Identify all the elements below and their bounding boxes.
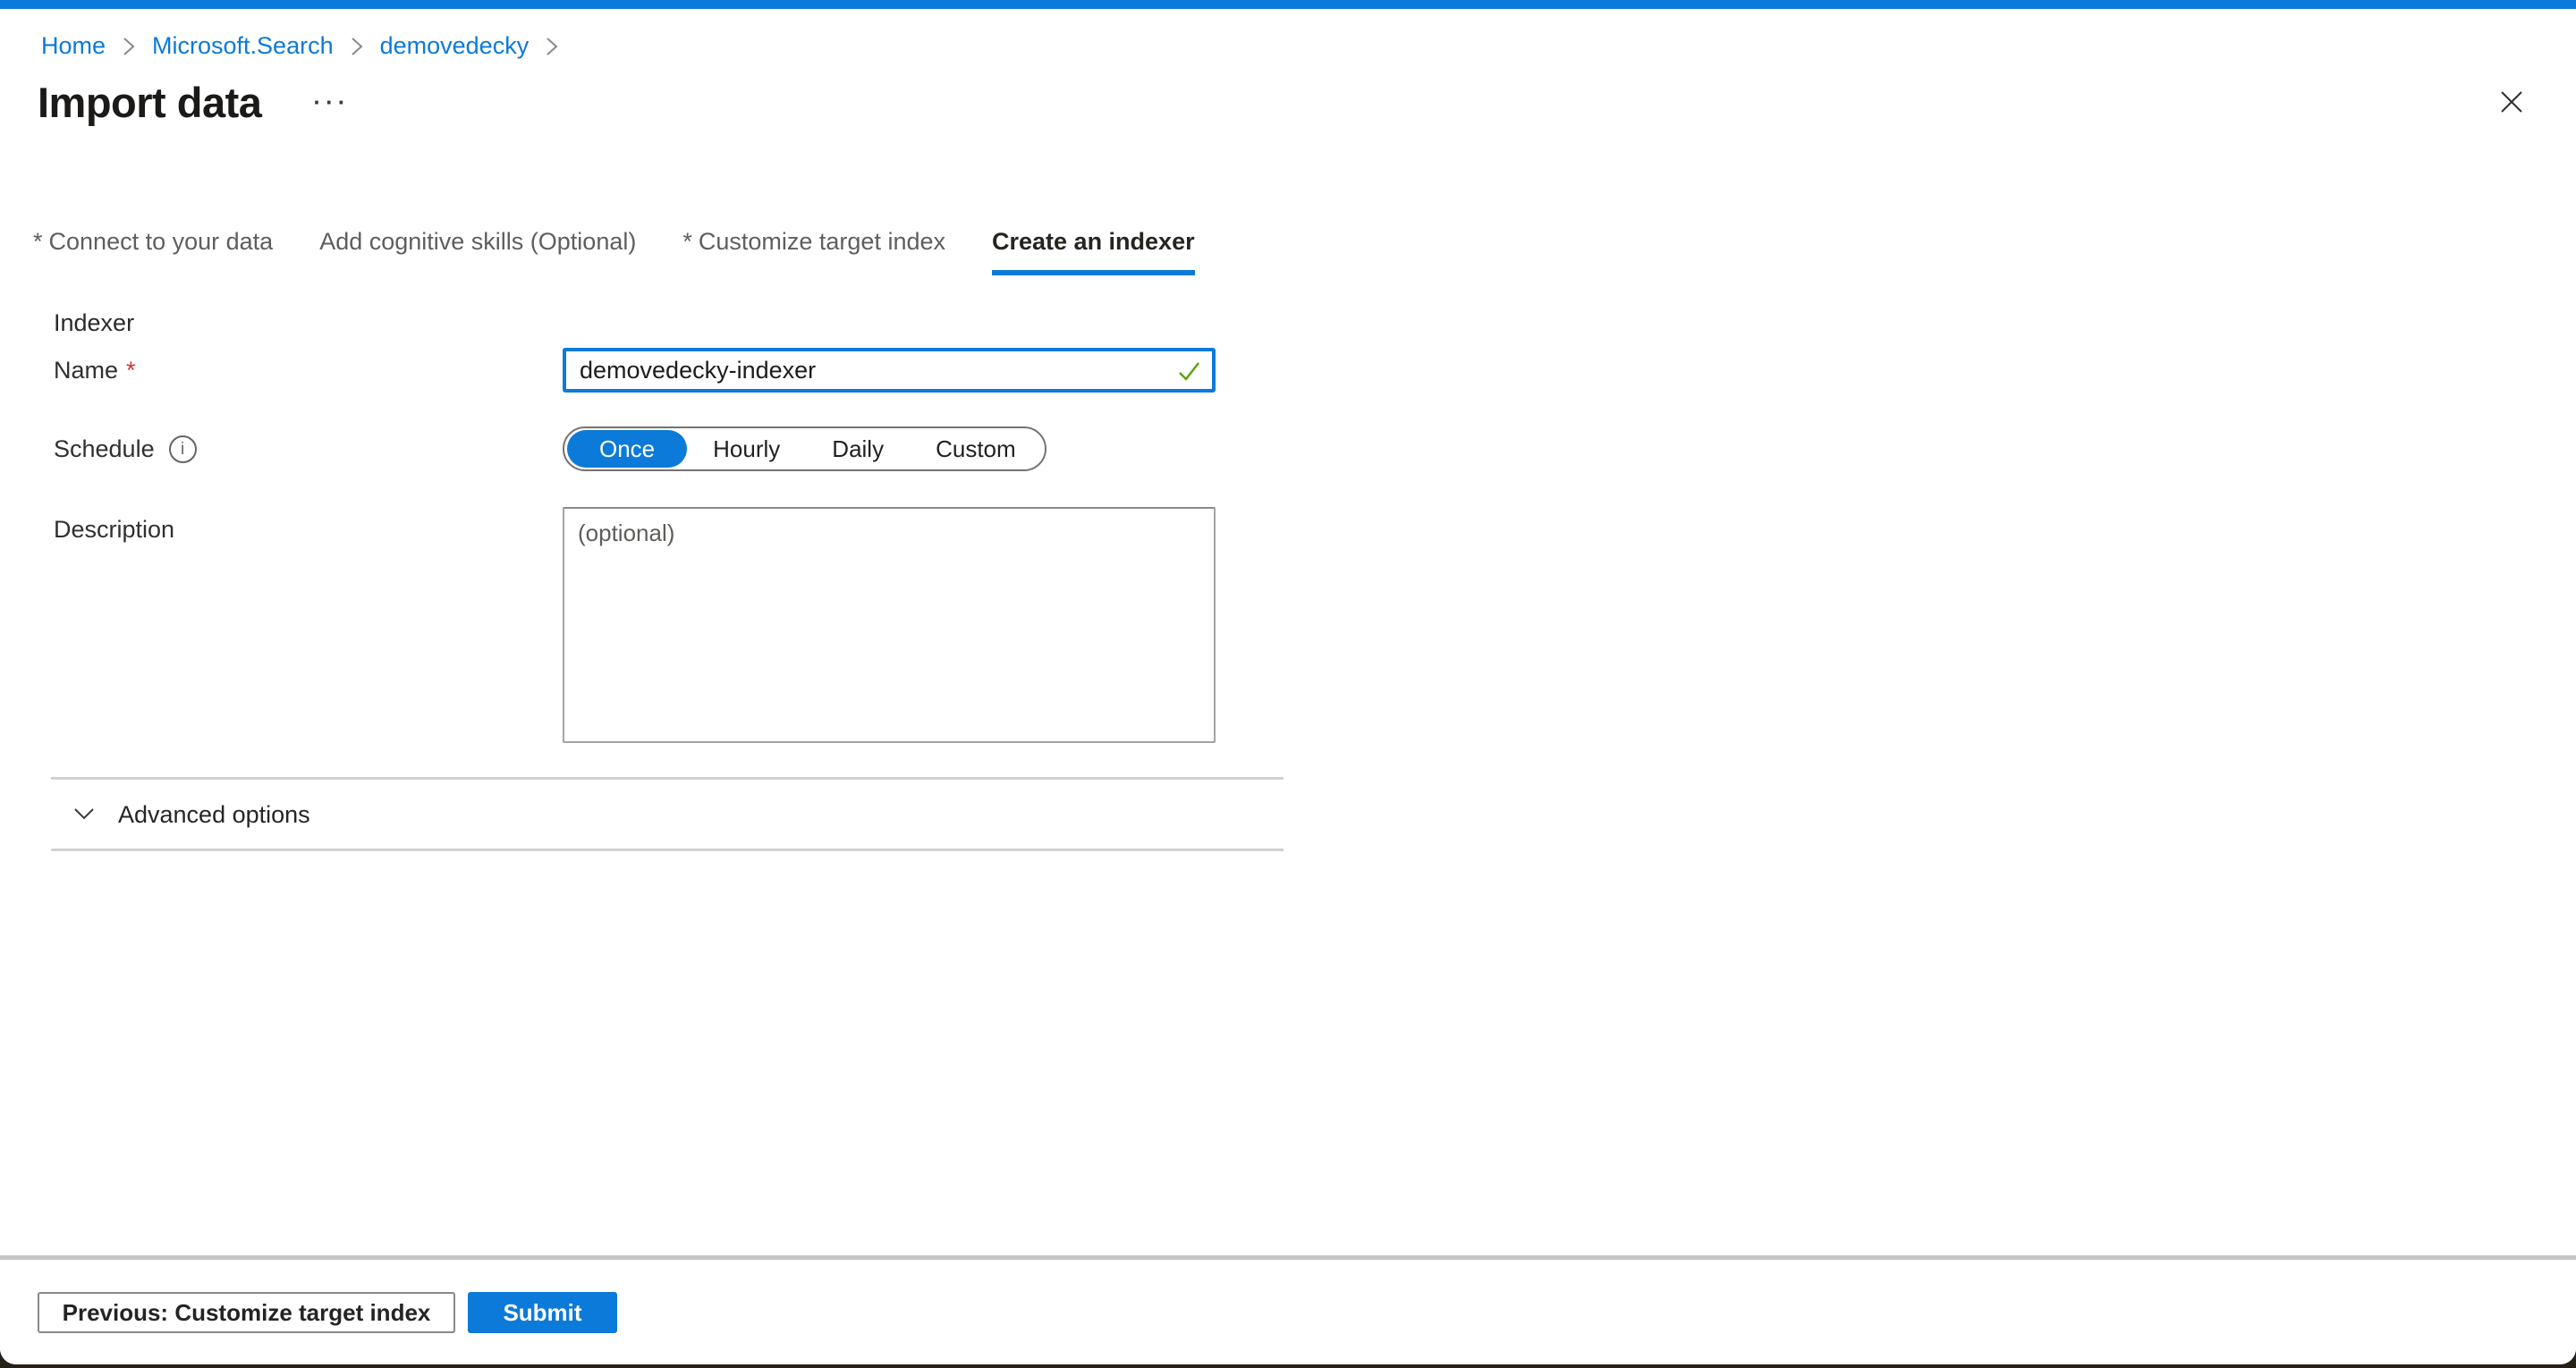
tab-add-cognitive-skills[interactable]: Add cognitive skills (Optional) [319, 228, 636, 275]
breadcrumb-demovedecky[interactable]: demovedecky [380, 32, 530, 60]
name-field-row: Name * [54, 348, 2576, 393]
name-label: Name [54, 357, 118, 384]
description-label: Description [54, 516, 174, 544]
valid-check-icon [1174, 357, 1203, 390]
import-data-panel: Home Microsoft.Search demovedecky Import… [0, 0, 2576, 1364]
more-options-button[interactable]: ··· [308, 87, 355, 117]
tab-label: Customize target index [699, 228, 945, 256]
previous-button[interactable]: Previous: Customize target index [38, 1292, 455, 1333]
schedule-field-row: Schedule i Once Hourly Daily Custom [54, 426, 2576, 471]
page-title: Import data [38, 78, 261, 127]
required-marker: * [682, 228, 692, 256]
chevron-down-icon [72, 801, 97, 829]
indexer-name-input[interactable] [563, 348, 1216, 393]
breadcrumb-microsoft-search[interactable]: Microsoft.Search [152, 32, 334, 60]
title-row: Import data ··· [38, 76, 2576, 128]
breadcrumb-home[interactable]: Home [41, 32, 106, 60]
tab-label: Create an indexer [992, 228, 1195, 256]
tab-create-an-indexer[interactable]: Create an indexer [992, 228, 1195, 275]
schedule-option-hourly[interactable]: Hourly [687, 430, 806, 468]
chevron-right-icon [545, 35, 559, 58]
chevron-right-icon [350, 35, 364, 58]
chevron-right-icon [122, 35, 136, 58]
tab-connect-to-your-data[interactable]: * Connect to your data [33, 228, 273, 275]
accent-topbar [0, 0, 2576, 9]
schedule-toggle-group: Once Hourly Daily Custom [563, 426, 1046, 471]
required-asterisk: * [126, 357, 136, 384]
indexer-section-label: Indexer [54, 309, 2576, 337]
schedule-label: Schedule [54, 435, 155, 463]
tab-label: Add cognitive skills (Optional) [319, 228, 636, 256]
info-icon[interactable]: i [169, 435, 197, 463]
close-button[interactable] [2494, 84, 2529, 122]
wizard-tabs: * Connect to your data Add cognitive ski… [33, 228, 2576, 275]
divider [51, 849, 1284, 851]
close-icon [2497, 106, 2526, 119]
breadcrumb: Home Microsoft.Search demovedecky [41, 32, 2576, 60]
footer-bar: Previous: Customize target index Submit [0, 1255, 2576, 1364]
submit-button[interactable]: Submit [468, 1292, 617, 1333]
schedule-option-daily[interactable]: Daily [806, 430, 910, 468]
schedule-option-once[interactable]: Once [567, 430, 687, 468]
advanced-options-toggle[interactable]: Advanced options [72, 801, 394, 829]
required-marker: * [33, 228, 43, 256]
schedule-option-custom[interactable]: Custom [910, 430, 1042, 468]
tab-customize-target-index[interactable]: * Customize target index [682, 228, 945, 275]
description-textarea[interactable] [563, 507, 1216, 743]
advanced-options-label: Advanced options [118, 801, 310, 829]
description-field-row: Description [54, 507, 2576, 743]
divider [51, 777, 1284, 780]
footer-divider [0, 1255, 2576, 1260]
tab-label: Connect to your data [49, 228, 274, 256]
